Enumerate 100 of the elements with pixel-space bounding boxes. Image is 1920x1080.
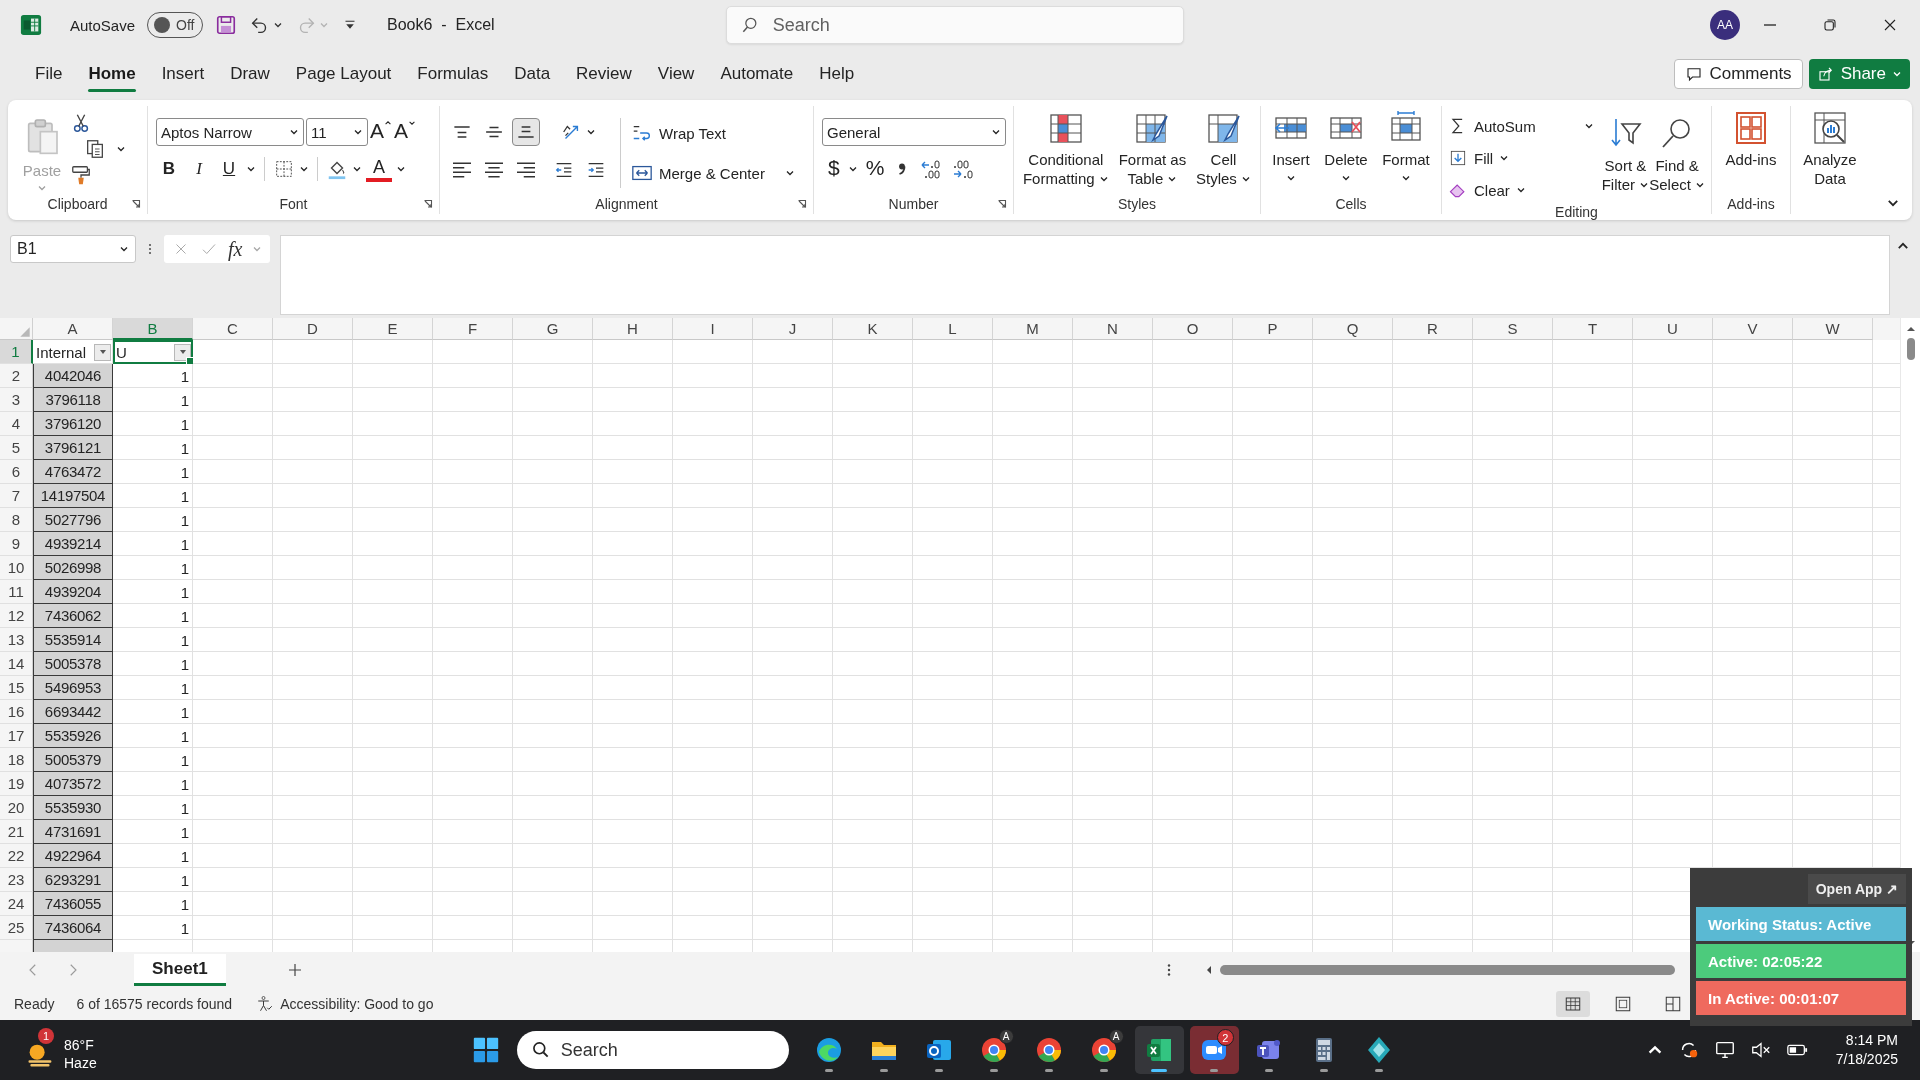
column-header[interactable]: P bbox=[1233, 318, 1313, 340]
menu-tab[interactable]: Help bbox=[806, 54, 868, 94]
bottom-align-button[interactable] bbox=[512, 118, 540, 146]
share-button[interactable]: Share bbox=[1808, 59, 1910, 89]
column-header[interactable]: Q bbox=[1313, 318, 1393, 340]
column-header[interactable]: S bbox=[1473, 318, 1553, 340]
add-ins-button[interactable]: Add-ins bbox=[1725, 106, 1777, 169]
dialog-launcher-icon[interactable] bbox=[997, 199, 1007, 209]
menu-tab[interactable]: Formulas bbox=[404, 54, 502, 94]
delete-cells-button[interactable]: Delete bbox=[1324, 106, 1368, 183]
insert-cells-button[interactable]: Insert bbox=[1272, 106, 1310, 183]
menu-tab[interactable]: Review bbox=[563, 54, 645, 94]
taskbar-search-field[interactable]: Search bbox=[516, 1031, 789, 1069]
search-field[interactable]: Search bbox=[725, 6, 1184, 44]
column-header[interactable]: I bbox=[673, 318, 753, 340]
clock[interactable]: 8:14 PM 7/18/2025 bbox=[1835, 1031, 1898, 1069]
taskbar-app-button[interactable]: A bbox=[1079, 1026, 1129, 1074]
conditional-formatting-button[interactable]: Conditional Formatting bbox=[1022, 106, 1109, 188]
weather-widget[interactable]: 1 86°F Haze bbox=[24, 1028, 97, 1072]
sort-filter-button[interactable]: Sort & Filter bbox=[1601, 112, 1650, 194]
column-header[interactable]: E bbox=[353, 318, 433, 340]
row-header[interactable]: 5 bbox=[0, 436, 33, 460]
column-header[interactable]: V bbox=[1713, 318, 1793, 340]
caret-icon[interactable] bbox=[116, 144, 126, 154]
account-avatar[interactable]: AA bbox=[1710, 10, 1740, 40]
row-header[interactable]: 13 bbox=[0, 628, 33, 652]
wrap-text-button[interactable]: Wrap Text bbox=[631, 118, 726, 148]
number-format-dropdown[interactable]: General bbox=[822, 118, 1006, 146]
menu-tab[interactable]: Page Layout bbox=[282, 54, 405, 94]
column-header[interactable]: D bbox=[273, 318, 353, 340]
row-header[interactable]: 17 bbox=[0, 724, 33, 748]
column-header[interactable]: U bbox=[1633, 318, 1713, 340]
caret-icon[interactable] bbox=[586, 127, 596, 137]
row-header[interactable]: 25 bbox=[0, 916, 33, 940]
normal-view-button[interactable] bbox=[1556, 991, 1590, 1017]
font-size-dropdown[interactable]: 11 bbox=[306, 118, 368, 146]
row-header[interactable]: 14 bbox=[0, 652, 33, 676]
row-header[interactable]: 4 bbox=[0, 412, 33, 436]
caret-icon[interactable] bbox=[396, 164, 406, 174]
italic-button[interactable]: I bbox=[186, 156, 212, 182]
caret-icon[interactable] bbox=[299, 164, 309, 174]
percent-button[interactable]: % bbox=[865, 156, 885, 182]
selected-cell[interactable]: U bbox=[113, 340, 193, 364]
font-color-button[interactable]: A bbox=[366, 156, 392, 182]
accessibility-status[interactable]: Accessibility: Good to go bbox=[280, 996, 434, 1012]
borders-icon[interactable] bbox=[273, 158, 295, 180]
formula-input[interactable] bbox=[280, 235, 1890, 316]
menu-tab[interactable]: Home bbox=[75, 54, 149, 94]
insert-function-button[interactable]: fx bbox=[228, 237, 243, 261]
merge-center-button[interactable]: Merge & Center bbox=[631, 158, 795, 188]
row-header[interactable]: 22 bbox=[0, 844, 33, 868]
column-header[interactable]: R bbox=[1393, 318, 1473, 340]
menu-tab[interactable]: Draw bbox=[217, 54, 283, 94]
row-header[interactable]: 6 bbox=[0, 460, 33, 484]
row-header[interactable]: 10 bbox=[0, 556, 33, 580]
underline-button[interactable]: U bbox=[216, 156, 242, 182]
horizontal-scrollbar-thumb[interactable] bbox=[1220, 965, 1675, 975]
column-header[interactable]: L bbox=[913, 318, 993, 340]
row-header[interactable]: 11 bbox=[0, 580, 33, 604]
filter-button[interactable] bbox=[94, 343, 111, 361]
menu-tab[interactable]: Data bbox=[501, 54, 564, 94]
column-header[interactable]: J bbox=[753, 318, 833, 340]
row-header[interactable]: 24 bbox=[0, 892, 33, 916]
column-header[interactable]: O bbox=[1153, 318, 1233, 340]
column-header[interactable]: M bbox=[993, 318, 1073, 340]
row-header[interactable]: 1 bbox=[0, 340, 33, 364]
caret-icon[interactable] bbox=[246, 164, 256, 174]
row-header[interactable]: 7 bbox=[0, 484, 33, 508]
fill-button[interactable]: Fill bbox=[1448, 144, 1510, 172]
column-header[interactable]: T bbox=[1553, 318, 1633, 340]
dialog-launcher-icon[interactable] bbox=[423, 199, 433, 209]
autosum-button[interactable]: AutoSum bbox=[1448, 112, 1594, 140]
currency-button[interactable]: $ bbox=[828, 156, 840, 182]
row-header[interactable]: 2 bbox=[0, 364, 33, 388]
row-header[interactable]: 15 bbox=[0, 676, 33, 700]
row-header[interactable]: 21 bbox=[0, 820, 33, 844]
muted-speaker-icon[interactable] bbox=[1749, 1039, 1772, 1061]
bold-button[interactable]: B bbox=[156, 156, 182, 182]
row-header[interactable]: 16 bbox=[0, 700, 33, 724]
row-header[interactable]: 20 bbox=[0, 796, 33, 820]
taskbar-app-button[interactable]: A bbox=[969, 1026, 1019, 1074]
vertical-scrollbar-thumb[interactable] bbox=[1906, 338, 1915, 360]
scroll-up-icon[interactable] bbox=[1905, 324, 1916, 334]
dialog-launcher-icon[interactable] bbox=[797, 199, 807, 209]
network-icon[interactable] bbox=[1713, 1039, 1736, 1061]
row-header[interactable]: 23 bbox=[0, 868, 33, 892]
format-painter-icon[interactable] bbox=[70, 164, 92, 186]
column-header[interactable]: W bbox=[1793, 318, 1873, 340]
grow-font-button[interactable]: A bbox=[370, 119, 392, 145]
open-app-button[interactable]: Open App ↗ bbox=[1807, 874, 1906, 904]
name-box[interactable]: B1 bbox=[10, 235, 136, 264]
shrink-font-button[interactable]: A bbox=[394, 119, 417, 145]
column-header[interactable]: G bbox=[513, 318, 593, 340]
menu-tab[interactable]: Insert bbox=[148, 54, 218, 94]
clear-button[interactable]: Clear bbox=[1448, 176, 1526, 204]
row-header[interactable]: 3 bbox=[0, 388, 33, 412]
menu-tab[interactable]: Automate bbox=[707, 54, 807, 94]
column-header[interactable]: H bbox=[593, 318, 673, 340]
copy-icon[interactable] bbox=[84, 138, 106, 160]
format-cells-button[interactable]: Format bbox=[1382, 106, 1430, 183]
